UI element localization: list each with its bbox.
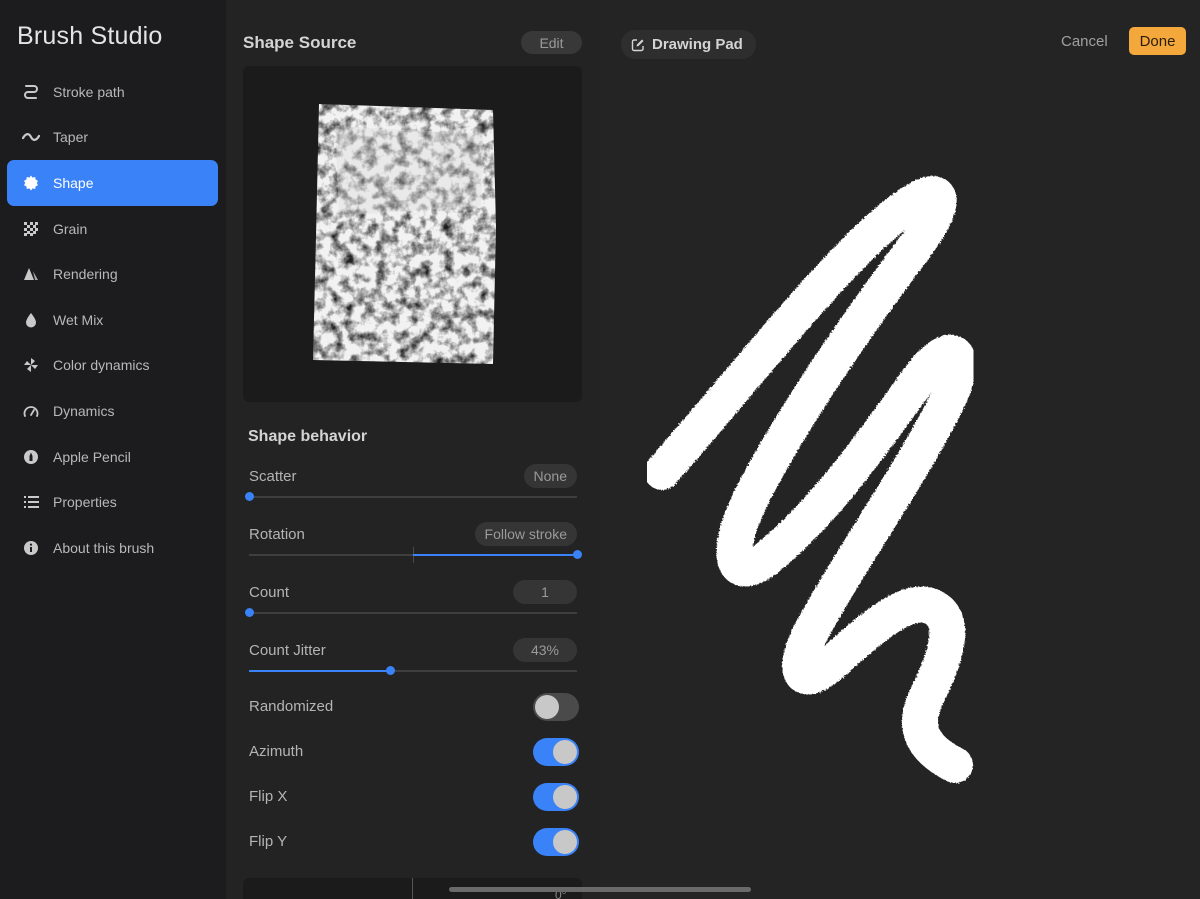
toggle-thumb — [535, 695, 559, 719]
panel-title: Shape Source — [243, 33, 357, 52]
sidebar-item-properties[interactable]: Properties — [7, 479, 218, 525]
flip-x-toggle-row: Flip X — [249, 783, 579, 811]
edit-pencil-icon — [631, 38, 644, 51]
toggle-label: Randomized — [249, 698, 334, 715]
speedometer-icon — [22, 402, 40, 420]
sidebar-item-dynamics[interactable]: Dynamics — [7, 388, 218, 434]
grain-checker-icon — [22, 220, 40, 238]
sidebar-item-rendering[interactable]: Rendering — [7, 251, 218, 297]
dial-line — [412, 878, 413, 899]
home-indicator[interactable] — [449, 887, 751, 892]
list-icon — [22, 493, 40, 511]
slider-knob[interactable] — [244, 492, 254, 501]
sidebar-item-label: Taper — [53, 129, 89, 146]
flip-x-toggle[interactable] — [533, 783, 579, 811]
rotation-slider[interactable] — [249, 547, 582, 563]
slider-label: Scatter — [249, 468, 297, 485]
flip-y-toggle-row: Flip Y — [249, 828, 579, 856]
slider-label: Rotation — [249, 526, 305, 543]
cancel-button[interactable]: Cancel — [1061, 33, 1108, 50]
sidebar-item-stroke-path[interactable]: Stroke path — [7, 69, 218, 115]
edit-button[interactable]: Edit — [521, 31, 582, 54]
info-icon — [22, 539, 40, 557]
flip-y-toggle[interactable] — [533, 828, 579, 856]
sidebar-item-color-dynamics[interactable]: Color dynamics — [7, 343, 218, 389]
pinwheel-icon — [22, 356, 40, 374]
slider-label: Count Jitter — [249, 642, 326, 659]
sidebar-item-label: Grain — [53, 220, 88, 237]
slider-fill — [413, 554, 577, 556]
slider-value-pill[interactable]: Follow stroke — [474, 522, 577, 546]
drawing-pad-button[interactable]: Drawing Pad — [621, 30, 756, 59]
randomized-toggle[interactable] — [533, 693, 579, 721]
sidebar-item-label: Rendering — [53, 266, 118, 283]
azimuth-toggle-row: Azimuth — [249, 738, 579, 766]
toggle-thumb — [553, 830, 577, 854]
droplet-icon — [22, 311, 40, 329]
slider-value-pill[interactable]: 1 — [513, 580, 577, 604]
sidebar-item-shape[interactable]: Shape — [7, 160, 218, 206]
shape-texture-image — [313, 104, 496, 364]
drawing-pad-label: Drawing Pad — [652, 36, 743, 53]
drawing-pad-canvas[interactable]: Drawing Pad Cancel Done — [600, 0, 1200, 899]
shape-source-preview[interactable] — [243, 66, 582, 402]
sidebar-item-label: Color dynamics — [53, 357, 150, 374]
rendering-icon — [22, 265, 40, 283]
sidebar-item-apple-pencil[interactable]: Apple Pencil — [7, 434, 218, 480]
sidebar-item-taper[interactable]: Taper — [7, 115, 218, 161]
sidebar: Brush Studio Stroke path Taper Shape Gra… — [0, 0, 226, 899]
scatter-slider[interactable] — [244, 492, 577, 501]
toggle-label: Flip X — [249, 788, 288, 805]
sidebar-item-label: Properties — [53, 494, 117, 511]
slider-knob[interactable] — [572, 550, 582, 559]
sidebar-item-wet-mix[interactable]: Wet Mix — [7, 297, 218, 343]
sidebar-nav: Stroke path Taper Shape Grain Rendering … — [7, 69, 218, 571]
sidebar-item-label: Apple Pencil — [53, 448, 131, 465]
slider-knob[interactable] — [385, 666, 395, 675]
slider-value-pill[interactable]: 43% — [513, 638, 577, 662]
sidebar-item-label: Shape — [53, 174, 94, 191]
section-title: Shape behavior — [248, 428, 368, 445]
sidebar-item-label: Dynamics — [53, 402, 115, 419]
sidebar-item-label: Stroke path — [53, 83, 125, 100]
app-title: Brush Studio — [17, 22, 163, 50]
stroke-path-icon — [22, 83, 40, 101]
sidebar-item-label: Wet Mix — [53, 311, 104, 328]
sidebar-item-about[interactable]: About this brush — [7, 525, 218, 571]
toggle-label: Azimuth — [249, 743, 304, 760]
taper-icon — [22, 128, 40, 146]
toggle-label: Flip Y — [249, 833, 288, 850]
toggle-thumb — [553, 785, 577, 809]
count-jitter-slider[interactable] — [249, 666, 577, 675]
shape-gear-icon — [22, 174, 40, 192]
settings-panel: Shape Source Edit Shape behavior Scatter… — [226, 0, 600, 899]
rotation-slider-row: Rotation Follow stroke — [249, 522, 582, 568]
brush-stroke-preview — [644, 176, 977, 783]
slider-value-pill[interactable]: None — [523, 464, 577, 488]
count-slider-row: Count 1 — [244, 580, 577, 626]
azimuth-toggle[interactable] — [533, 738, 579, 766]
count-jitter-slider-row: Count Jitter 43% — [249, 638, 577, 684]
slider-label: Count — [249, 584, 290, 601]
toggle-thumb — [553, 740, 577, 764]
done-button[interactable]: Done — [1129, 27, 1186, 55]
slider-fill — [249, 670, 391, 672]
randomized-toggle-row: Randomized — [249, 693, 579, 721]
apple-pencil-icon — [22, 448, 40, 466]
scatter-slider-row: Scatter None — [244, 464, 577, 510]
sidebar-item-grain[interactable]: Grain — [7, 206, 218, 252]
count-slider[interactable] — [244, 608, 577, 617]
slider-knob[interactable] — [244, 608, 254, 617]
sidebar-item-label: About this brush — [53, 539, 155, 556]
